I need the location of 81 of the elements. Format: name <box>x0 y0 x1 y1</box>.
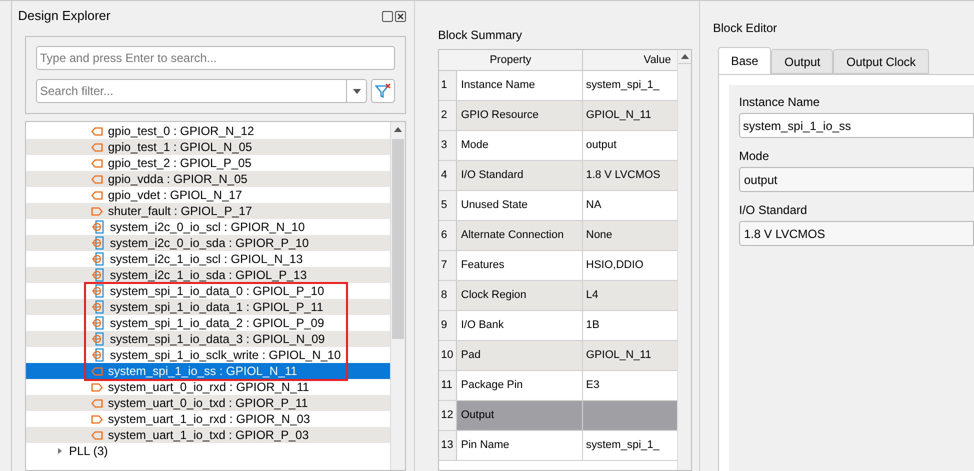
row-number: 2 <box>439 101 457 130</box>
clear-filter-button[interactable] <box>371 79 395 103</box>
tab[interactable]: Output Clock <box>833 49 929 74</box>
tree-item[interactable]: system_spi_1_io_data_1 : GPIOL_P_11 <box>26 299 390 315</box>
field-label: Instance Name <box>739 94 821 109</box>
row-number: 13 <box>439 431 457 460</box>
scrollbar[interactable] <box>390 122 405 470</box>
row-number: 8 <box>439 281 457 310</box>
panel-title: Block Editor <box>713 20 778 37</box>
row-number: 7 <box>439 251 457 280</box>
filter-field[interactable]: Search filter... <box>36 79 347 103</box>
input-port-icon <box>91 382 103 392</box>
float-icon[interactable] <box>382 10 393 22</box>
tree-item[interactable]: system_uart_0_io_txd : GPIOR_P_11 <box>26 395 390 411</box>
close-icon[interactable] <box>395 10 406 22</box>
output-port-icon <box>91 190 103 200</box>
bidirectional-port-icon <box>91 300 105 314</box>
row-number: 12 <box>439 401 457 430</box>
tree-item[interactable]: gpio_test_1 : GPIOL_N_05 <box>26 139 390 155</box>
input-port-icon <box>91 206 103 216</box>
panel-title: Design Explorer <box>18 7 112 26</box>
row-number: 4 <box>439 161 457 190</box>
text-field[interactable]: system_spi_1_io_ss <box>739 113 974 138</box>
bidirectional-port-icon <box>91 348 105 362</box>
output-port-icon <box>91 398 103 408</box>
row-number: 9 <box>439 311 457 340</box>
search-field[interactable]: Type and press Enter to search... <box>36 46 395 70</box>
row-number: 1 <box>439 71 457 100</box>
output-port-icon <box>91 430 103 440</box>
table-cell: L4 <box>583 281 677 310</box>
row-number: 3 <box>439 131 457 160</box>
field-label: I/O Standard <box>739 202 808 217</box>
table-cell: I/O Standard <box>457 161 583 190</box>
input-port-icon <box>91 414 103 424</box>
column-header[interactable]: Value <box>583 50 677 70</box>
tree-item[interactable]: system_i2c_1_io_sda : GPIOL_P_13 <box>26 267 390 283</box>
tree-item[interactable]: gpio_vdda : GPIOR_N_05 <box>26 171 390 187</box>
column-header[interactable]: Property <box>439 50 583 70</box>
output-port-icon <box>91 126 103 136</box>
expand-arrow-icon[interactable] <box>56 447 64 455</box>
select-field[interactable]: 1.8 V LVCMOS <box>739 221 974 246</box>
tab[interactable]: Output <box>771 49 834 74</box>
bidirectional-port-icon <box>91 316 105 330</box>
field-label: Mode <box>739 148 770 163</box>
row-number: 5 <box>439 191 457 220</box>
bidirectional-port-icon <box>91 284 105 298</box>
bidirectional-port-icon <box>91 268 105 282</box>
bidirectional-port-icon <box>91 220 105 234</box>
bidirectional-port-icon <box>91 252 105 266</box>
table-cell: Alternate Connection <box>457 221 583 250</box>
tab[interactable]: Base <box>718 47 772 74</box>
table-cell: GPIOL_N_11 <box>583 101 677 130</box>
dropdown-button[interactable] <box>347 79 367 103</box>
tree-item[interactable]: system_spi_1_io_data_3 : GPIOL_N_09 <box>26 331 390 347</box>
row-number: 11 <box>439 371 457 400</box>
table-cell: Pad <box>457 341 583 370</box>
scrollbar[interactable] <box>677 50 691 470</box>
select-field[interactable]: output <box>739 167 974 192</box>
tree-item[interactable]: system_i2c_0_io_sda : GPIOR_P_10 <box>26 235 390 251</box>
table-cell: GPIO Resource <box>457 101 583 130</box>
row-number: 10 <box>439 341 457 370</box>
tree-item[interactable]: system_spi_1_io_ss : GPIOL_N_11 <box>26 363 390 379</box>
tree-item[interactable]: system_uart_1_io_txd : GPIOR_P_03 <box>26 427 390 443</box>
output-port-icon <box>91 174 103 184</box>
panel-title: Block Summary <box>438 28 524 42</box>
output-port-icon <box>91 366 103 376</box>
row-number: 6 <box>439 221 457 250</box>
table-cell: None <box>583 221 677 250</box>
dropdown-arrow-icon <box>352 88 360 94</box>
table-cell: GPIOL_N_11 <box>583 341 677 370</box>
table-cell: Clock Region <box>457 281 583 310</box>
bidirectional-port-icon <box>91 236 105 250</box>
table-cell: Output <box>457 401 583 430</box>
output-port-icon <box>91 158 103 168</box>
table-cell: 1.8 V LVCMOS <box>583 161 677 190</box>
scroll-up-icon[interactable] <box>680 54 688 59</box>
scroll-up-icon[interactable] <box>394 127 402 132</box>
output-port-icon <box>91 142 103 152</box>
tree-item[interactable]: shuter_fault : GPIOL_P_17 <box>26 203 390 219</box>
funnel-icon <box>375 83 391 99</box>
bidirectional-port-icon <box>91 332 105 346</box>
